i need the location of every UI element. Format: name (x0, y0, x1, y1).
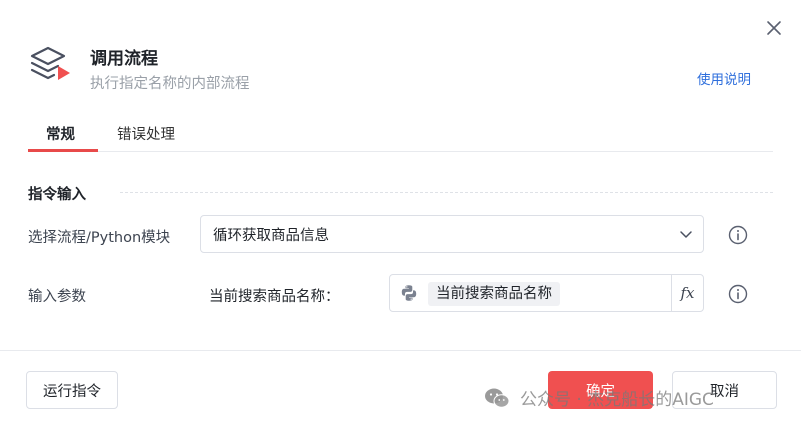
python-icon (401, 285, 417, 301)
flow-select-label: 选择流程/Python模块 (28, 230, 171, 246)
param-value-chip: 当前搜索商品名称 (428, 282, 560, 306)
section-title: 指令输入 (28, 187, 86, 203)
footer-divider (0, 350, 801, 351)
close-button[interactable] (762, 16, 786, 40)
dialog-title: 调用流程 (90, 49, 158, 69)
ok-button[interactable]: 确定 (548, 371, 653, 409)
dialog-subtitle: 执行指定名称的内部流程 (90, 76, 250, 92)
section-divider (120, 192, 773, 193)
invoke-flow-dialog: 调用流程 执行指定名称的内部流程 使用说明 常规 错误处理 指令输入 选择流程/… (0, 0, 801, 430)
flow-select-value: 循环获取商品信息 (213, 227, 329, 244)
help-link[interactable]: 使用说明 (697, 68, 751, 88)
fx-icon: fx (680, 284, 695, 302)
fx-button[interactable]: fx (671, 275, 703, 311)
tab-bar: 常规 错误处理 (28, 118, 773, 152)
wechat-icon (485, 388, 510, 408)
tab-error-handling[interactable]: 错误处理 (117, 123, 175, 144)
info-icon[interactable] (728, 284, 748, 304)
flow-select[interactable]: 循环获取商品信息 (200, 215, 704, 253)
cancel-button[interactable]: 取消 (672, 371, 777, 409)
layers-play-icon (30, 46, 70, 80)
param-value-input[interactable]: 当前搜索商品名称 fx (389, 274, 704, 312)
param-name-label: 当前搜索商品名称： (209, 289, 340, 305)
active-tab-indicator (28, 149, 98, 152)
close-icon (767, 21, 781, 35)
info-icon[interactable] (728, 225, 748, 245)
tab-general[interactable]: 常规 (46, 123, 75, 144)
chevron-down-icon (680, 231, 692, 238)
input-params-label: 输入参数 (28, 289, 86, 305)
run-command-button[interactable]: 运行指令 (26, 371, 118, 409)
